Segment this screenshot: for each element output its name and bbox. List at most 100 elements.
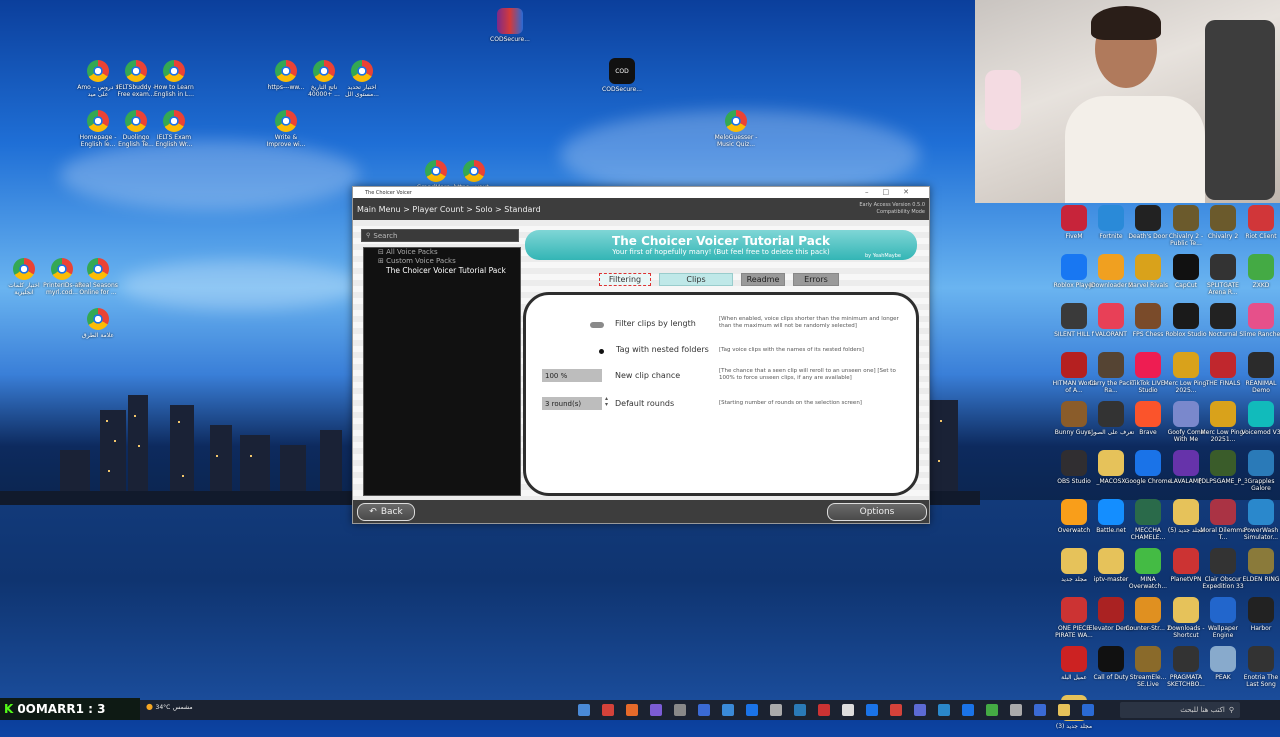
desktop-icon[interactable]: PowerWash Simulator...	[1237, 499, 1280, 541]
taskbar-app-icon[interactable]	[794, 704, 806, 716]
window-titlebar: The Choicer Voicer –□✕	[353, 187, 929, 198]
folder-icon: ⊟	[378, 248, 384, 256]
tree-item-tutorial-pack[interactable]: The Choicer Voicer Tutorial Pack	[364, 266, 520, 275]
desktop-icon-label: Slime Rancher	[1239, 331, 1280, 338]
taskbar-app-icon[interactable]	[1082, 704, 1094, 716]
tree-item-all-label: All Voice Packs	[386, 248, 438, 256]
taskbar-app-icon[interactable]	[1010, 704, 1022, 716]
window-controls[interactable]: –□✕	[865, 188, 923, 196]
desktop-icon[interactable]: Grapples Galore	[1237, 450, 1280, 492]
app-icon	[1061, 352, 1087, 378]
app-icon	[1098, 401, 1124, 427]
taskbar-app-icon[interactable]	[650, 704, 662, 716]
chrome-icon	[87, 110, 109, 132]
desktop-icon-label: علامة الطرق	[82, 332, 114, 339]
app-icon	[1135, 254, 1161, 280]
filter-length-label: Filter clips by length	[615, 319, 696, 328]
taskbar-app-icon[interactable]	[842, 704, 854, 716]
filter-length-toggle[interactable]	[590, 322, 604, 328]
desktop-icon-label: مجلد جديد (3)	[1055, 723, 1093, 730]
desktop-icon[interactable]: Real Seasons Online for ...	[74, 258, 122, 296]
app-icon	[1173, 352, 1199, 378]
taskbar-app-icon[interactable]	[962, 704, 974, 716]
default-rounds-field[interactable]: 3 round(s)	[542, 397, 602, 410]
taskbar-app-icon[interactable]	[986, 704, 998, 716]
taskbar-app-icon[interactable]	[866, 704, 878, 716]
desktop-icon[interactable]: Harbor	[1237, 597, 1280, 639]
desktop-icon[interactable]: Write & Improve wi...	[262, 110, 310, 148]
desktop-icon[interactable]: REANIMAL Demo	[1237, 352, 1280, 394]
app-icon	[1061, 401, 1087, 427]
weather-icon: ●	[146, 702, 153, 711]
app-icon	[1135, 499, 1161, 525]
desktop-icon[interactable]: COD CODSecure...	[598, 58, 646, 100]
tab-clips[interactable]: Clips	[659, 273, 733, 286]
app-icon	[1248, 205, 1274, 231]
taskbar-app-icon[interactable]	[626, 704, 638, 716]
tree-item-custom[interactable]: ⊞ Custom Voice Packs	[364, 257, 520, 266]
taskbar-app-icon[interactable]	[938, 704, 950, 716]
cod-icon: COD	[609, 58, 635, 84]
taskbar-app-icon[interactable]	[770, 704, 782, 716]
desktop-icon[interactable]: Slime Rancher	[1237, 303, 1280, 345]
default-rounds-label: Default rounds	[615, 399, 675, 408]
rounds-stepper-icon[interactable]: ▴ ▾	[605, 396, 608, 408]
app-icon	[1210, 646, 1236, 672]
taskbar-app-icon[interactable]	[914, 704, 926, 716]
taskbar-search[interactable]: اكتب هنا للبحث ⚲	[1120, 702, 1240, 718]
taskbar-app-icon[interactable]	[674, 704, 686, 716]
weather-widget[interactable]: ● 34°C مشمس	[146, 702, 193, 711]
app-icon	[1098, 597, 1124, 623]
desktop-icon[interactable]: Voicemod V3	[1237, 401, 1280, 443]
tab-filtering[interactable]: Filtering	[599, 273, 651, 286]
search-input[interactable]: ⚲ Search	[361, 229, 519, 242]
new-clip-chance-field[interactable]: 100 %	[542, 369, 602, 382]
desktop-icon[interactable]: ELDEN RING	[1237, 548, 1280, 590]
taskbar-app-icon[interactable]	[818, 704, 830, 716]
pack-subtitle: Your first of hopefully many! (But feel …	[612, 248, 830, 256]
app-icon	[1210, 548, 1236, 574]
tab-errors[interactable]: Errors	[793, 273, 839, 286]
app-icon	[1248, 352, 1274, 378]
app-icon	[1248, 450, 1274, 476]
overlay-username: 0OMARR1 : 3	[17, 702, 106, 716]
new-clip-chance-desc: [The chance that a seen clip will reroll…	[719, 368, 896, 381]
desktop-icon[interactable]: Enotria The Last Song	[1237, 646, 1280, 688]
taskbar-app-icon[interactable]	[578, 704, 590, 716]
options-button[interactable]: Options	[827, 503, 927, 521]
tree-item-all[interactable]: ⊟ All Voice Packs	[364, 248, 520, 257]
desktop-icon[interactable]: MeloGuesser - Music Quiz...	[712, 110, 760, 148]
app-icon	[1210, 352, 1236, 378]
app-icon	[1098, 303, 1124, 329]
desktop-icon[interactable]: اختبار تحديد مستوى الل...	[338, 60, 386, 98]
taskbar-app-icon[interactable]	[746, 704, 758, 716]
app-icon	[1135, 352, 1161, 378]
taskbar-app-icon[interactable]	[722, 704, 734, 716]
taskbar-app-icon[interactable]	[602, 704, 614, 716]
taskbar-app-icon[interactable]	[890, 704, 902, 716]
desktop-icon-label: Write & Improve wi...	[266, 134, 306, 148]
desktop-icon[interactable]: علامة الطرق	[74, 308, 122, 346]
pack-title: The Choicer Voicer Tutorial Pack	[612, 234, 830, 248]
webcam-mic	[985, 70, 1021, 130]
app-icon	[1135, 646, 1161, 672]
back-button[interactable]: ↶ Back	[357, 503, 415, 521]
desktop-icon[interactable]: IELTS Exam English Wr...	[150, 110, 198, 148]
app-icon	[1135, 303, 1161, 329]
desktop-icon[interactable]: Riot Client	[1237, 205, 1280, 247]
tab-readme[interactable]: Readme	[741, 273, 785, 286]
desktop-icon[interactable]: How to Learn English in L...	[150, 60, 198, 98]
taskbar-app-icon[interactable]	[698, 704, 710, 716]
new-clip-chance-label: New clip chance	[615, 371, 681, 380]
nested-folders-label: Tag with nested folders	[616, 345, 709, 354]
taskbar-app-icon[interactable]	[1034, 704, 1046, 716]
desktop-icon-label: Grapples Galore	[1247, 478, 1275, 492]
taskbar-app-icon[interactable]	[1058, 704, 1070, 716]
app-icon	[1173, 401, 1199, 427]
desktop-icon[interactable]: ZXKD	[1237, 254, 1280, 296]
app-icon	[1248, 646, 1274, 672]
cloud	[60, 140, 360, 210]
app-icon	[1061, 205, 1087, 231]
nested-folders-checkbox[interactable]	[599, 349, 604, 354]
desktop-icon[interactable]: CODSecure...	[486, 8, 534, 50]
